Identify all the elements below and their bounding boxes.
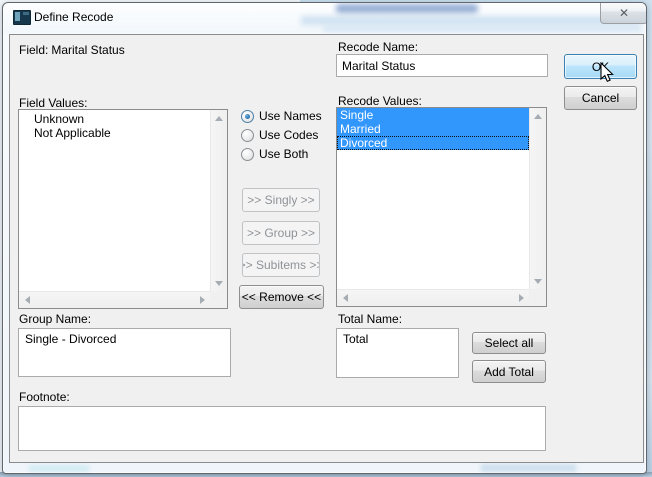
add-total-button[interactable]: Add Total bbox=[472, 360, 546, 383]
scroll-down-button[interactable] bbox=[530, 273, 546, 289]
list-item[interactable]: Divorced bbox=[337, 136, 529, 150]
vertical-scrollbar[interactable] bbox=[210, 110, 227, 291]
scroll-left-button[interactable] bbox=[337, 290, 353, 306]
glass-blur-streak bbox=[481, 464, 576, 472]
scrollbar-corner bbox=[210, 291, 227, 308]
scroll-down-button[interactable] bbox=[211, 275, 227, 291]
scroll-right-button[interactable] bbox=[194, 292, 210, 308]
define-recode-dialog: Define Recode ✕ Field: Marital Status Re… bbox=[2, 2, 647, 474]
window-title: Define Recode bbox=[34, 10, 113, 24]
screen: Define Recode ✕ Field: Marital Status Re… bbox=[0, 0, 652, 477]
app-icon bbox=[13, 10, 31, 25]
scroll-left-button[interactable] bbox=[19, 292, 35, 308]
ok-button[interactable]: OK bbox=[564, 54, 637, 79]
scrollbar-corner bbox=[529, 289, 546, 306]
radio-label: Use Names bbox=[259, 109, 322, 123]
radio-use-both[interactable]: Use Both bbox=[241, 147, 308, 161]
scroll-right-icon bbox=[519, 294, 524, 302]
list-item[interactable]: Unknown bbox=[19, 112, 210, 126]
scroll-right-button[interactable] bbox=[513, 290, 529, 306]
subitems-button[interactable]: >> Subitems >> bbox=[242, 253, 320, 277]
scroll-up-icon bbox=[534, 114, 542, 119]
scroll-left-icon bbox=[343, 294, 348, 302]
footnote-input[interactable] bbox=[18, 406, 546, 451]
singly-button[interactable]: >> Singly >> bbox=[242, 188, 320, 212]
radio-button-icon bbox=[241, 110, 254, 123]
radio-use-names[interactable]: Use Names bbox=[241, 109, 322, 123]
recode-values-items: Single Married Divorced bbox=[337, 108, 529, 289]
group-name-input[interactable]: Single - Divorced bbox=[18, 328, 231, 377]
recode-values-listbox[interactable]: Single Married Divorced bbox=[336, 107, 547, 307]
list-item[interactable]: Single bbox=[337, 108, 529, 122]
title-bar[interactable]: Define Recode bbox=[3, 3, 646, 32]
cancel-button[interactable]: Cancel bbox=[564, 86, 637, 110]
horizontal-scrollbar[interactable] bbox=[337, 289, 529, 306]
field-values-items: Unknown Not Applicable bbox=[19, 110, 210, 291]
field-info: Field: Marital Status bbox=[19, 43, 125, 57]
group-name-label: Group Name: bbox=[19, 313, 91, 326]
glass-blur-streak bbox=[29, 465, 89, 472]
radio-button-icon bbox=[241, 129, 254, 142]
scroll-left-icon bbox=[25, 296, 30, 304]
field-values-listbox[interactable]: Unknown Not Applicable bbox=[18, 109, 228, 309]
recode-name-input[interactable] bbox=[336, 54, 548, 77]
list-item[interactable]: Married bbox=[337, 122, 529, 136]
scroll-up-button[interactable] bbox=[211, 110, 227, 126]
list-item[interactable]: Not Applicable bbox=[19, 126, 210, 140]
footnote-label: Footnote: bbox=[19, 391, 70, 404]
scroll-right-icon bbox=[200, 296, 205, 304]
dialog-content-panel: Field: Marital Status Recode Name: OK Ca… bbox=[9, 34, 644, 463]
scroll-down-icon bbox=[215, 281, 223, 286]
close-icon: ✕ bbox=[619, 6, 629, 20]
total-name-input[interactable]: Total bbox=[336, 328, 459, 378]
vertical-scrollbar[interactable] bbox=[529, 108, 546, 289]
remove-button[interactable]: << Remove << bbox=[239, 285, 324, 309]
scroll-up-button[interactable] bbox=[530, 108, 546, 124]
radio-label: Use Both bbox=[259, 147, 308, 161]
select-all-button[interactable]: Select all bbox=[472, 332, 546, 354]
total-name-label: Total Name: bbox=[338, 313, 402, 326]
radio-button-icon bbox=[241, 148, 254, 161]
group-button[interactable]: >> Group >> bbox=[242, 221, 320, 245]
scroll-up-icon bbox=[215, 116, 223, 121]
radio-use-codes[interactable]: Use Codes bbox=[241, 128, 318, 142]
close-button[interactable]: ✕ bbox=[600, 2, 647, 24]
scroll-down-icon bbox=[534, 279, 542, 284]
field-value: Marital Status bbox=[51, 43, 124, 57]
radio-label: Use Codes bbox=[259, 128, 318, 142]
recode-name-label: Recode Name: bbox=[338, 41, 418, 54]
field-label: Field: bbox=[19, 43, 48, 57]
horizontal-scrollbar[interactable] bbox=[19, 291, 210, 308]
